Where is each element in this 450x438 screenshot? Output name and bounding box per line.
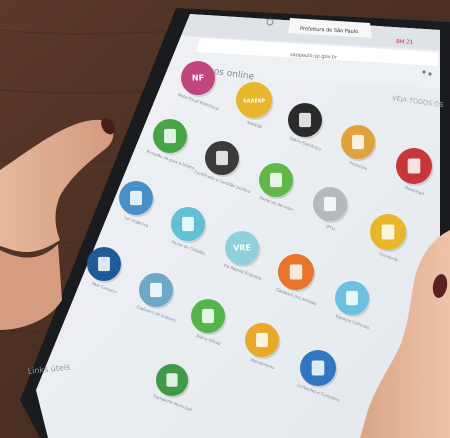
service-glyph xyxy=(150,282,162,298)
service-glyph xyxy=(407,158,421,174)
service-glyph xyxy=(182,216,194,232)
service-badge: NF xyxy=(192,74,204,83)
service-glyph xyxy=(202,308,214,324)
service-glyph xyxy=(270,172,282,188)
service-glyph xyxy=(299,112,311,128)
photo-canvas: Prefeitura de São Paulo BM 21 saopaulo.s… xyxy=(0,0,450,438)
service-glyph xyxy=(130,190,142,206)
service-glyph xyxy=(311,360,325,376)
browser-tab-badge: BM 21 xyxy=(396,39,414,46)
service-glyph xyxy=(164,128,176,144)
service-glyph xyxy=(256,332,268,348)
service-badge: VRE xyxy=(233,244,251,253)
service-glyph xyxy=(216,150,228,166)
service-glyph xyxy=(324,196,336,212)
service-glyph xyxy=(166,373,178,387)
service-glyph xyxy=(352,134,364,150)
service-glyph xyxy=(381,224,395,240)
service-badge: SAAESP xyxy=(243,99,265,105)
service-glyph xyxy=(289,264,303,280)
photo-scene: Prefeitura de São Paulo BM 21 saopaulo.s… xyxy=(0,0,450,438)
service-glyph xyxy=(98,256,110,272)
service-glyph xyxy=(346,290,358,306)
